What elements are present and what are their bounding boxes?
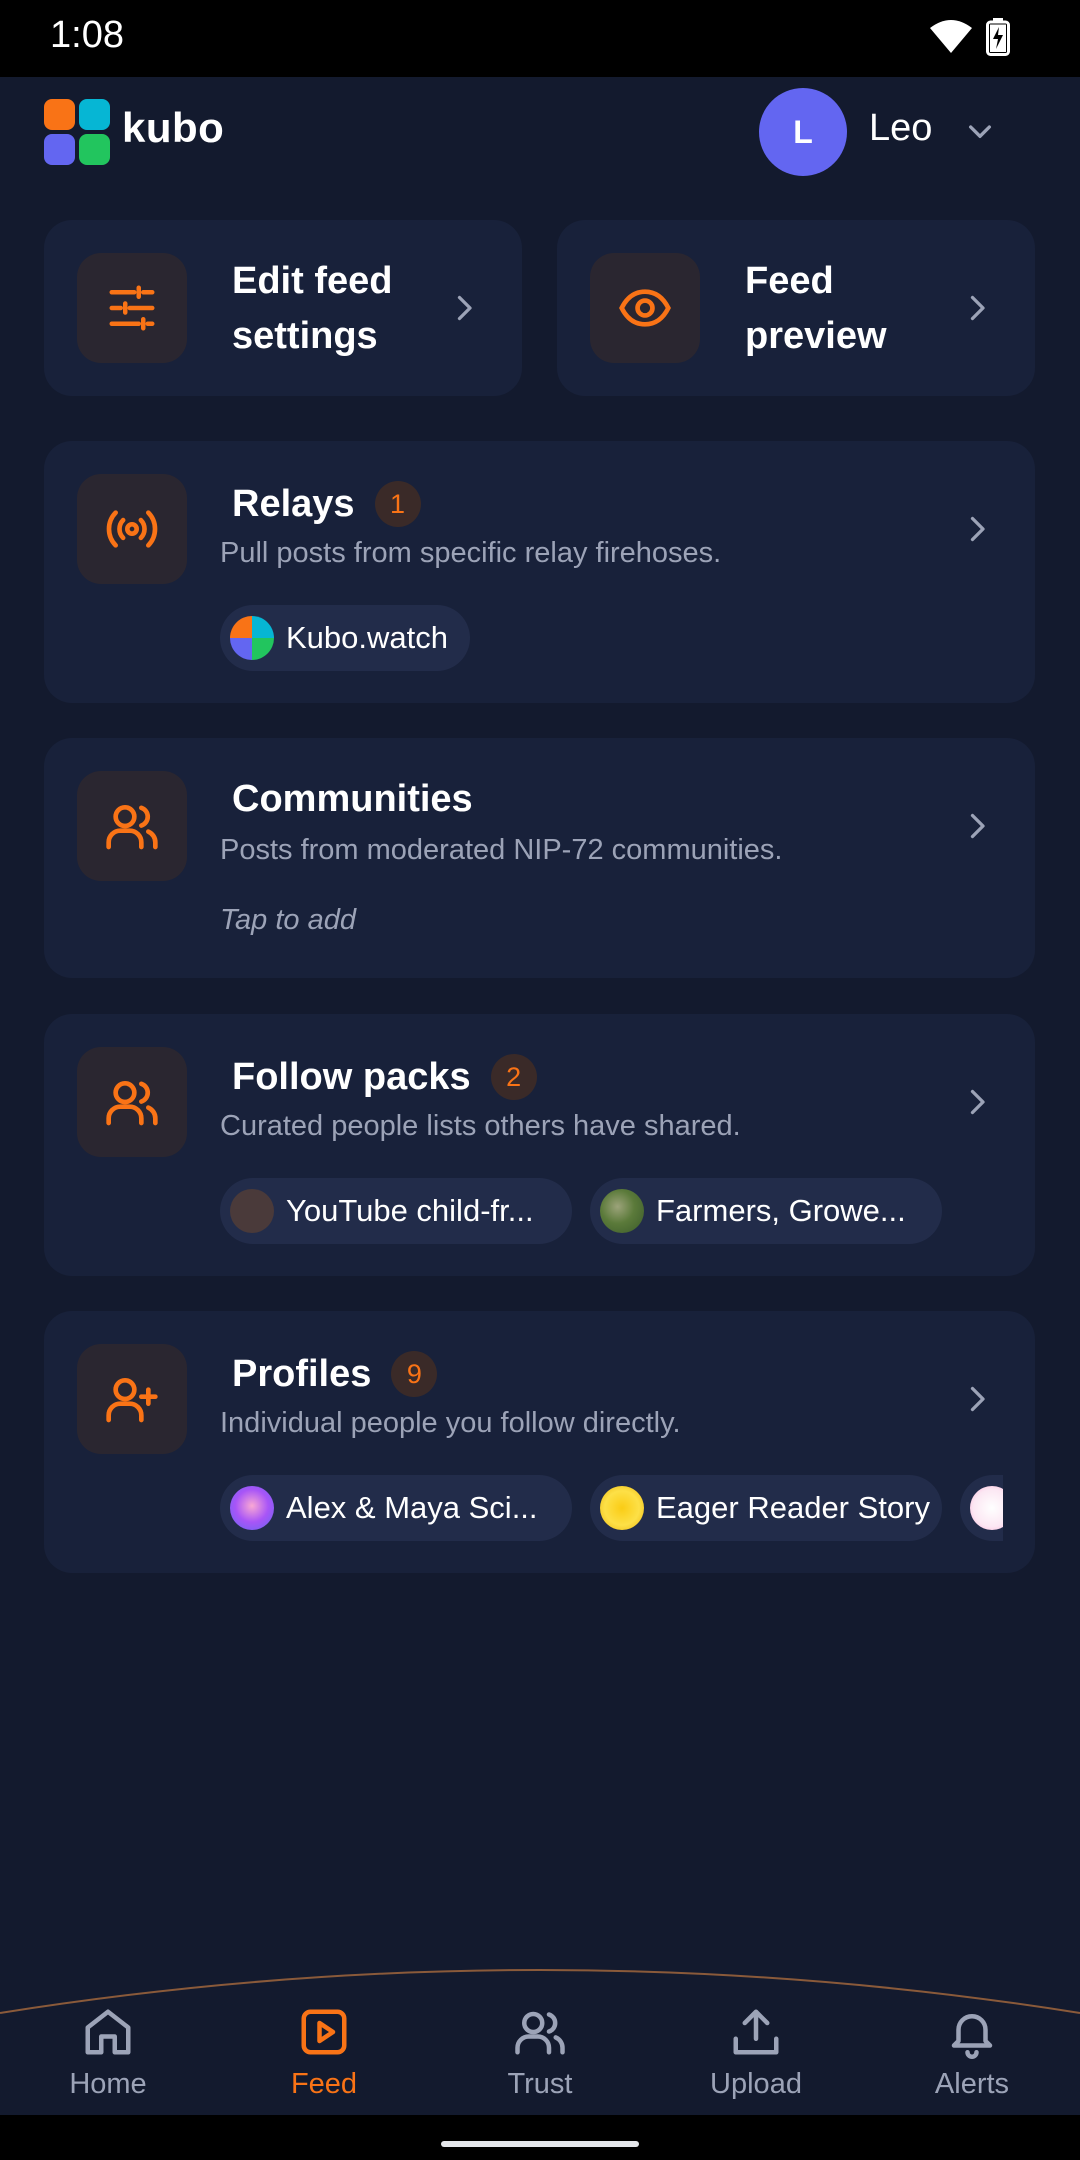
user-avatar[interactable]: L (759, 88, 847, 176)
nav-feed-label: Feed (290, 2068, 358, 2100)
nav-trust-label: Trust (507, 2068, 573, 2100)
nav-feed[interactable]: Feed (216, 1960, 432, 2115)
relays-count-badge: 1 (374, 481, 421, 527)
chevron-right-icon (970, 813, 985, 839)
status-bar: 1:08 (0, 0, 1080, 77)
nav-home[interactable]: Home (0, 1960, 216, 2115)
users-icon (106, 1081, 158, 1126)
follow-packs-count-badge: 2 (490, 1054, 537, 1100)
chevron-right-icon (970, 1386, 985, 1412)
relays-title: Relays 1 (232, 481, 421, 527)
broadcast-icon (106, 510, 158, 548)
communities-title: Communities (232, 778, 473, 820)
nav-alerts-label: Alerts (934, 2068, 1010, 2100)
sliders-icon-box (77, 253, 187, 363)
profile-chip[interactable] (960, 1475, 1003, 1541)
profiles-chips-viewport: Alex & Maya Sci... Eager Reader Story (220, 1475, 1003, 1541)
communities-card[interactable]: Communities Posts from moderated NIP-72 … (44, 738, 1035, 978)
play-square-icon (301, 2009, 347, 2055)
profiles-card[interactable]: Profiles 9 Individual people you follow … (44, 1311, 1035, 1573)
eye-icon-box (590, 253, 700, 363)
home-indicator[interactable] (441, 2141, 639, 2147)
profiles-title: Profiles 9 (232, 1351, 438, 1397)
profile-chip[interactable]: Eager Reader Story (590, 1475, 942, 1541)
profile-avatar (600, 1486, 644, 1530)
user-plus-icon-box (77, 1344, 187, 1454)
eye-icon (619, 289, 671, 327)
profiles-count-badge: 9 (391, 1351, 438, 1397)
sliders-icon (109, 285, 155, 331)
chevron-right-icon (970, 295, 985, 321)
battery-charging-icon (986, 18, 1010, 56)
edit-feed-settings-label: Edit feed settings (232, 260, 393, 357)
follow-packs-card[interactable]: Follow packs 2 Curated people lists othe… (44, 1014, 1035, 1276)
upload-icon (733, 2009, 779, 2055)
user-name[interactable]: Leo (869, 107, 932, 150)
relays-subtitle: Pull posts from specific relay firehoses… (220, 537, 722, 569)
profile-avatar (230, 1486, 274, 1530)
chevron-right-icon (970, 1089, 985, 1115)
feed-preview-card[interactable]: Feed preview (557, 220, 1035, 396)
relay-avatar (230, 616, 274, 660)
profiles-chips: Alex & Maya Sci... Eager Reader Story (220, 1475, 1003, 1541)
edit-feed-settings-card[interactable]: Edit feed settings (44, 220, 522, 396)
users-icon-box (77, 771, 187, 881)
profile-chip[interactable]: Alex & Maya Sci... (220, 1475, 572, 1541)
chevron-right-icon (970, 516, 985, 542)
chevron-right-icon (457, 295, 472, 321)
bell-icon (951, 2014, 993, 2059)
relay-chip[interactable]: Kubo.watch (220, 605, 470, 671)
broadcast-icon-box (77, 474, 187, 584)
users-icon-box (77, 1047, 187, 1157)
nav-upload[interactable]: Upload (648, 1960, 864, 2115)
follow-packs-subtitle: Curated people lists others have shared. (220, 1110, 741, 1142)
nav-upload-label: Upload (710, 2068, 802, 2100)
communities-subtitle: Posts from moderated NIP-72 communities. (220, 834, 783, 866)
status-icons (930, 18, 1010, 56)
system-nav-bar (0, 2115, 1080, 2160)
wifi-icon (930, 20, 972, 53)
follow-pack-chip[interactable]: Farmers, Growe... (590, 1178, 942, 1244)
profiles-subtitle: Individual people you follow directly. (220, 1407, 681, 1439)
nav-alerts[interactable]: Alerts (864, 1960, 1080, 2115)
bottom-nav: Home Feed Trust Upload Alerts (0, 1960, 1080, 2115)
nav-trust[interactable]: Trust (432, 1960, 648, 2115)
feed-preview-label: Feed preview (745, 260, 887, 357)
user-plus-icon (106, 1378, 158, 1423)
relays-card[interactable]: Relays 1 Pull posts from specific relay … (44, 441, 1035, 703)
follow-pack-avatar (230, 1189, 274, 1233)
follow-pack-chip[interactable]: YouTube child-fr... (220, 1178, 572, 1244)
status-time: 1:08 (50, 14, 124, 56)
follow-pack-avatar (600, 1189, 644, 1233)
users-icon (515, 2011, 565, 2055)
communities-empty-hint[interactable]: Tap to add (220, 904, 356, 937)
users-icon (106, 805, 158, 850)
kubo-logo (44, 99, 110, 165)
chevron-down-icon[interactable] (964, 115, 996, 147)
follow-packs-chips: YouTube child-fr... Farmers, Growe... (220, 1178, 942, 1244)
profile-avatar (970, 1486, 1003, 1530)
app-name: kubo (122, 104, 225, 151)
home-icon (85, 2009, 131, 2055)
app-header: kubo L Leo (0, 77, 1080, 187)
follow-packs-title: Follow packs 2 (232, 1054, 537, 1100)
nav-home-label: Home (69, 2068, 147, 2100)
relays-chips: Kubo.watch (220, 605, 470, 671)
